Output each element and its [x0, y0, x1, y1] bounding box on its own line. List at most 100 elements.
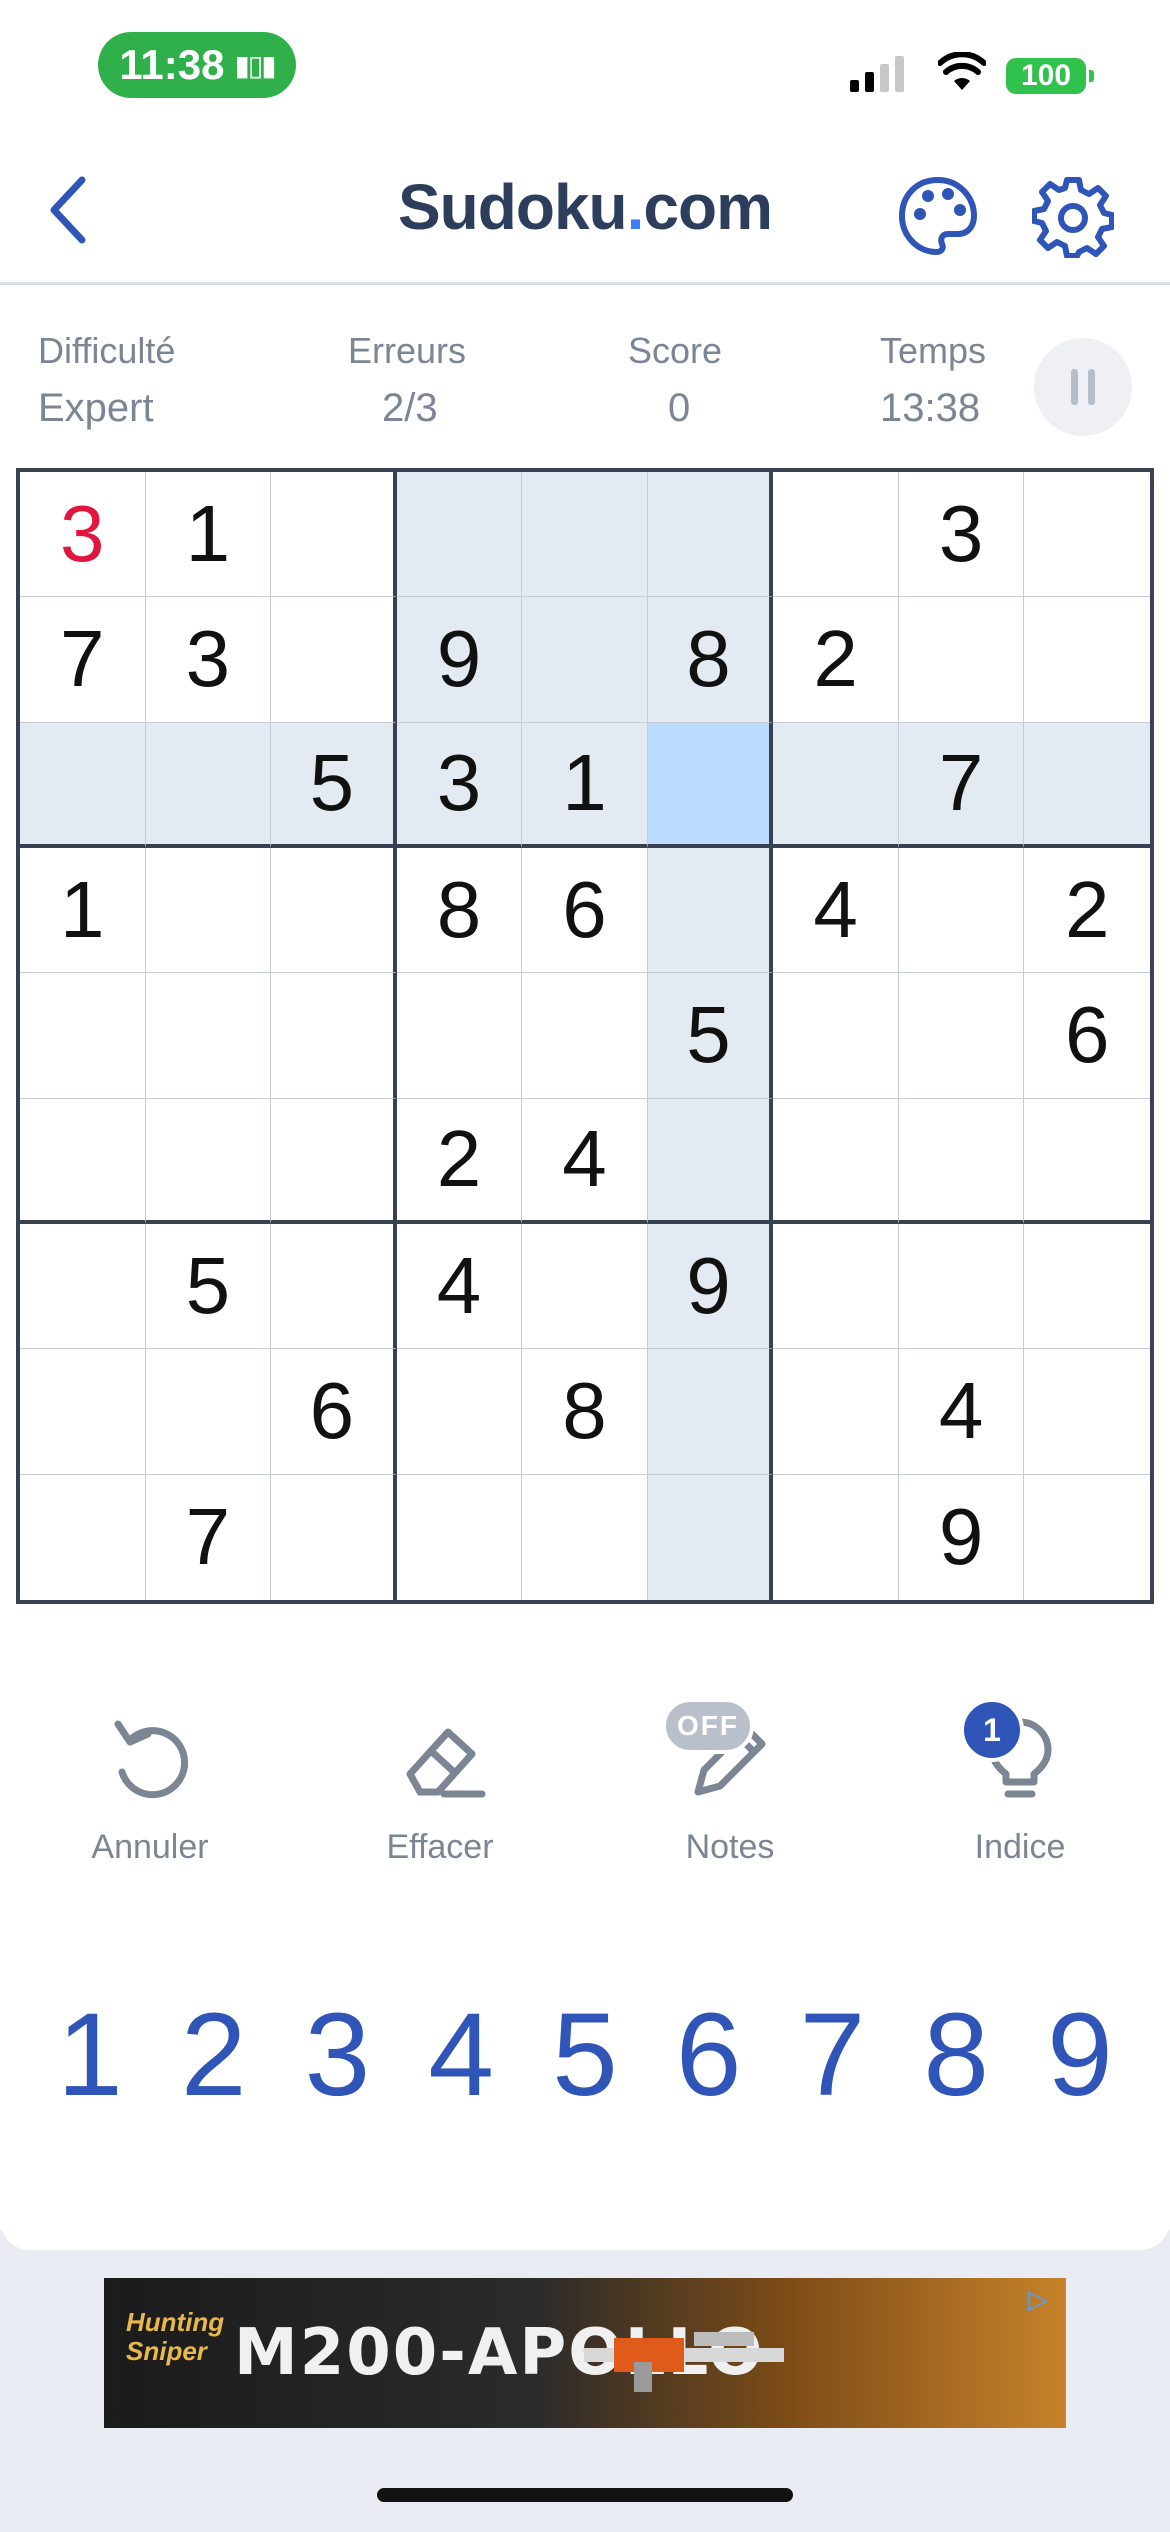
board-cell[interactable]: 1 — [20, 848, 146, 974]
ad-info-icon[interactable]: ▷ — [1028, 2284, 1058, 2314]
erase-button[interactable]: Effacer — [320, 1710, 560, 1910]
board-cell[interactable] — [522, 1474, 648, 1600]
number-button[interactable]: 4 — [411, 1996, 511, 2114]
board-cell[interactable]: 6 — [1024, 973, 1150, 1099]
board-cell[interactable]: 2 — [396, 1098, 523, 1224]
board-cell[interactable] — [271, 1098, 397, 1224]
board-cell[interactable] — [522, 973, 648, 1099]
board-cell[interactable]: 5 — [647, 973, 774, 1099]
board-cell[interactable] — [271, 472, 397, 598]
notes-button[interactable]: OFF Notes — [610, 1698, 850, 1910]
board-cell[interactable] — [898, 848, 1025, 974]
board-cell[interactable]: 2 — [1024, 848, 1150, 974]
board-cell[interactable] — [522, 1224, 648, 1350]
board-cell[interactable] — [1024, 1474, 1150, 1600]
board-cell[interactable] — [647, 1474, 774, 1600]
undo-button[interactable]: Annuler — [30, 1710, 270, 1910]
ad-banner[interactable]: Hunting Sniper M200-APOLLO ▷ — [104, 2278, 1066, 2428]
number-button[interactable]: 8 — [906, 1996, 1006, 2114]
board-cell[interactable]: 3 — [396, 722, 523, 848]
board-cell[interactable] — [1024, 1098, 1150, 1224]
board-cell[interactable] — [20, 973, 146, 1099]
board-cell[interactable] — [145, 848, 272, 974]
board-cell[interactable] — [396, 472, 523, 598]
board-cell[interactable] — [647, 472, 774, 598]
pause-button[interactable] — [1034, 338, 1132, 436]
board-cell[interactable] — [898, 1098, 1025, 1224]
number-button[interactable]: 2 — [164, 1996, 264, 2114]
board-cell[interactable] — [522, 472, 648, 598]
number-button[interactable]: 3 — [288, 1996, 388, 2114]
board-cell[interactable]: 1 — [522, 722, 648, 848]
hint-button[interactable]: 1 Indice — [900, 1698, 1140, 1910]
board-cell[interactable]: 3 — [145, 597, 272, 723]
board-cell[interactable] — [20, 1224, 146, 1350]
board-cell[interactable] — [396, 973, 523, 1099]
board-cell[interactable]: 5 — [145, 1224, 272, 1350]
board-cell[interactable]: 4 — [773, 848, 899, 974]
board-cell[interactable] — [773, 1474, 899, 1600]
board-cell[interactable] — [1024, 1224, 1150, 1350]
board-cell[interactable] — [647, 848, 774, 974]
board-cell[interactable]: 8 — [522, 1349, 648, 1475]
palette-icon[interactable] — [896, 174, 980, 258]
board-cell[interactable]: 3 — [20, 472, 146, 598]
board-cell[interactable]: 7 — [145, 1474, 272, 1600]
number-button[interactable]: 6 — [659, 1996, 759, 2114]
board-cell[interactable]: 8 — [647, 597, 774, 723]
board-cell[interactable]: 3 — [898, 472, 1025, 598]
board-cell[interactable]: 6 — [271, 1349, 397, 1475]
board-cell[interactable]: 5 — [271, 722, 397, 848]
board-cell[interactable] — [271, 848, 397, 974]
board-cell[interactable] — [773, 1098, 899, 1224]
board-cell[interactable] — [20, 1098, 146, 1224]
board-cell[interactable]: 9 — [898, 1474, 1025, 1600]
board-cell[interactable] — [396, 1474, 523, 1600]
board-cell[interactable] — [1024, 1349, 1150, 1475]
board-cell[interactable] — [145, 973, 272, 1099]
board-cell[interactable]: 7 — [898, 722, 1025, 848]
board-cell[interactable] — [396, 1349, 523, 1475]
board-cell[interactable] — [20, 722, 146, 848]
board-cell[interactable] — [773, 722, 899, 848]
board-cell[interactable] — [271, 1224, 397, 1350]
board-cell[interactable] — [898, 597, 1025, 723]
number-button[interactable]: 9 — [1030, 1996, 1130, 2114]
board-cell[interactable] — [647, 722, 774, 848]
board-cell[interactable] — [773, 973, 899, 1099]
board-cell[interactable] — [647, 1098, 774, 1224]
home-indicator[interactable] — [377, 2488, 793, 2502]
board-cell[interactable]: 1 — [145, 472, 272, 598]
number-button[interactable]: 1 — [40, 1996, 140, 2114]
board-cell[interactable] — [145, 1349, 272, 1475]
board-cell[interactable] — [647, 1349, 774, 1475]
board-cell[interactable] — [20, 1349, 146, 1475]
board-cell[interactable] — [898, 1224, 1025, 1350]
number-button[interactable]: 5 — [535, 1996, 635, 2114]
board-cell[interactable] — [1024, 722, 1150, 848]
board-cell[interactable] — [271, 1474, 397, 1600]
board-cell[interactable]: 4 — [898, 1349, 1025, 1475]
board-cell[interactable]: 8 — [396, 848, 523, 974]
board-cell[interactable]: 9 — [396, 597, 523, 723]
board-cell[interactable]: 6 — [522, 848, 648, 974]
board-cell[interactable] — [773, 1349, 899, 1475]
board-cell[interactable]: 4 — [396, 1224, 523, 1350]
board-cell[interactable] — [773, 1224, 899, 1350]
board-cell[interactable] — [898, 973, 1025, 1099]
board-cell[interactable] — [145, 722, 272, 848]
gear-icon[interactable] — [1032, 176, 1114, 258]
board-cell[interactable] — [773, 472, 899, 598]
board-cell[interactable]: 7 — [20, 597, 146, 723]
board-cell[interactable] — [271, 973, 397, 1099]
board-cell[interactable] — [20, 1474, 146, 1600]
board-cell[interactable]: 9 — [647, 1224, 774, 1350]
board-cell[interactable] — [271, 597, 397, 723]
board-cell[interactable]: 4 — [522, 1098, 648, 1224]
number-button[interactable]: 7 — [783, 1996, 883, 2114]
board-cell[interactable] — [1024, 472, 1150, 598]
board-cell[interactable] — [1024, 597, 1150, 723]
board-cell[interactable] — [522, 597, 648, 723]
board-cell[interactable] — [145, 1098, 272, 1224]
board-cell[interactable]: 2 — [773, 597, 899, 723]
